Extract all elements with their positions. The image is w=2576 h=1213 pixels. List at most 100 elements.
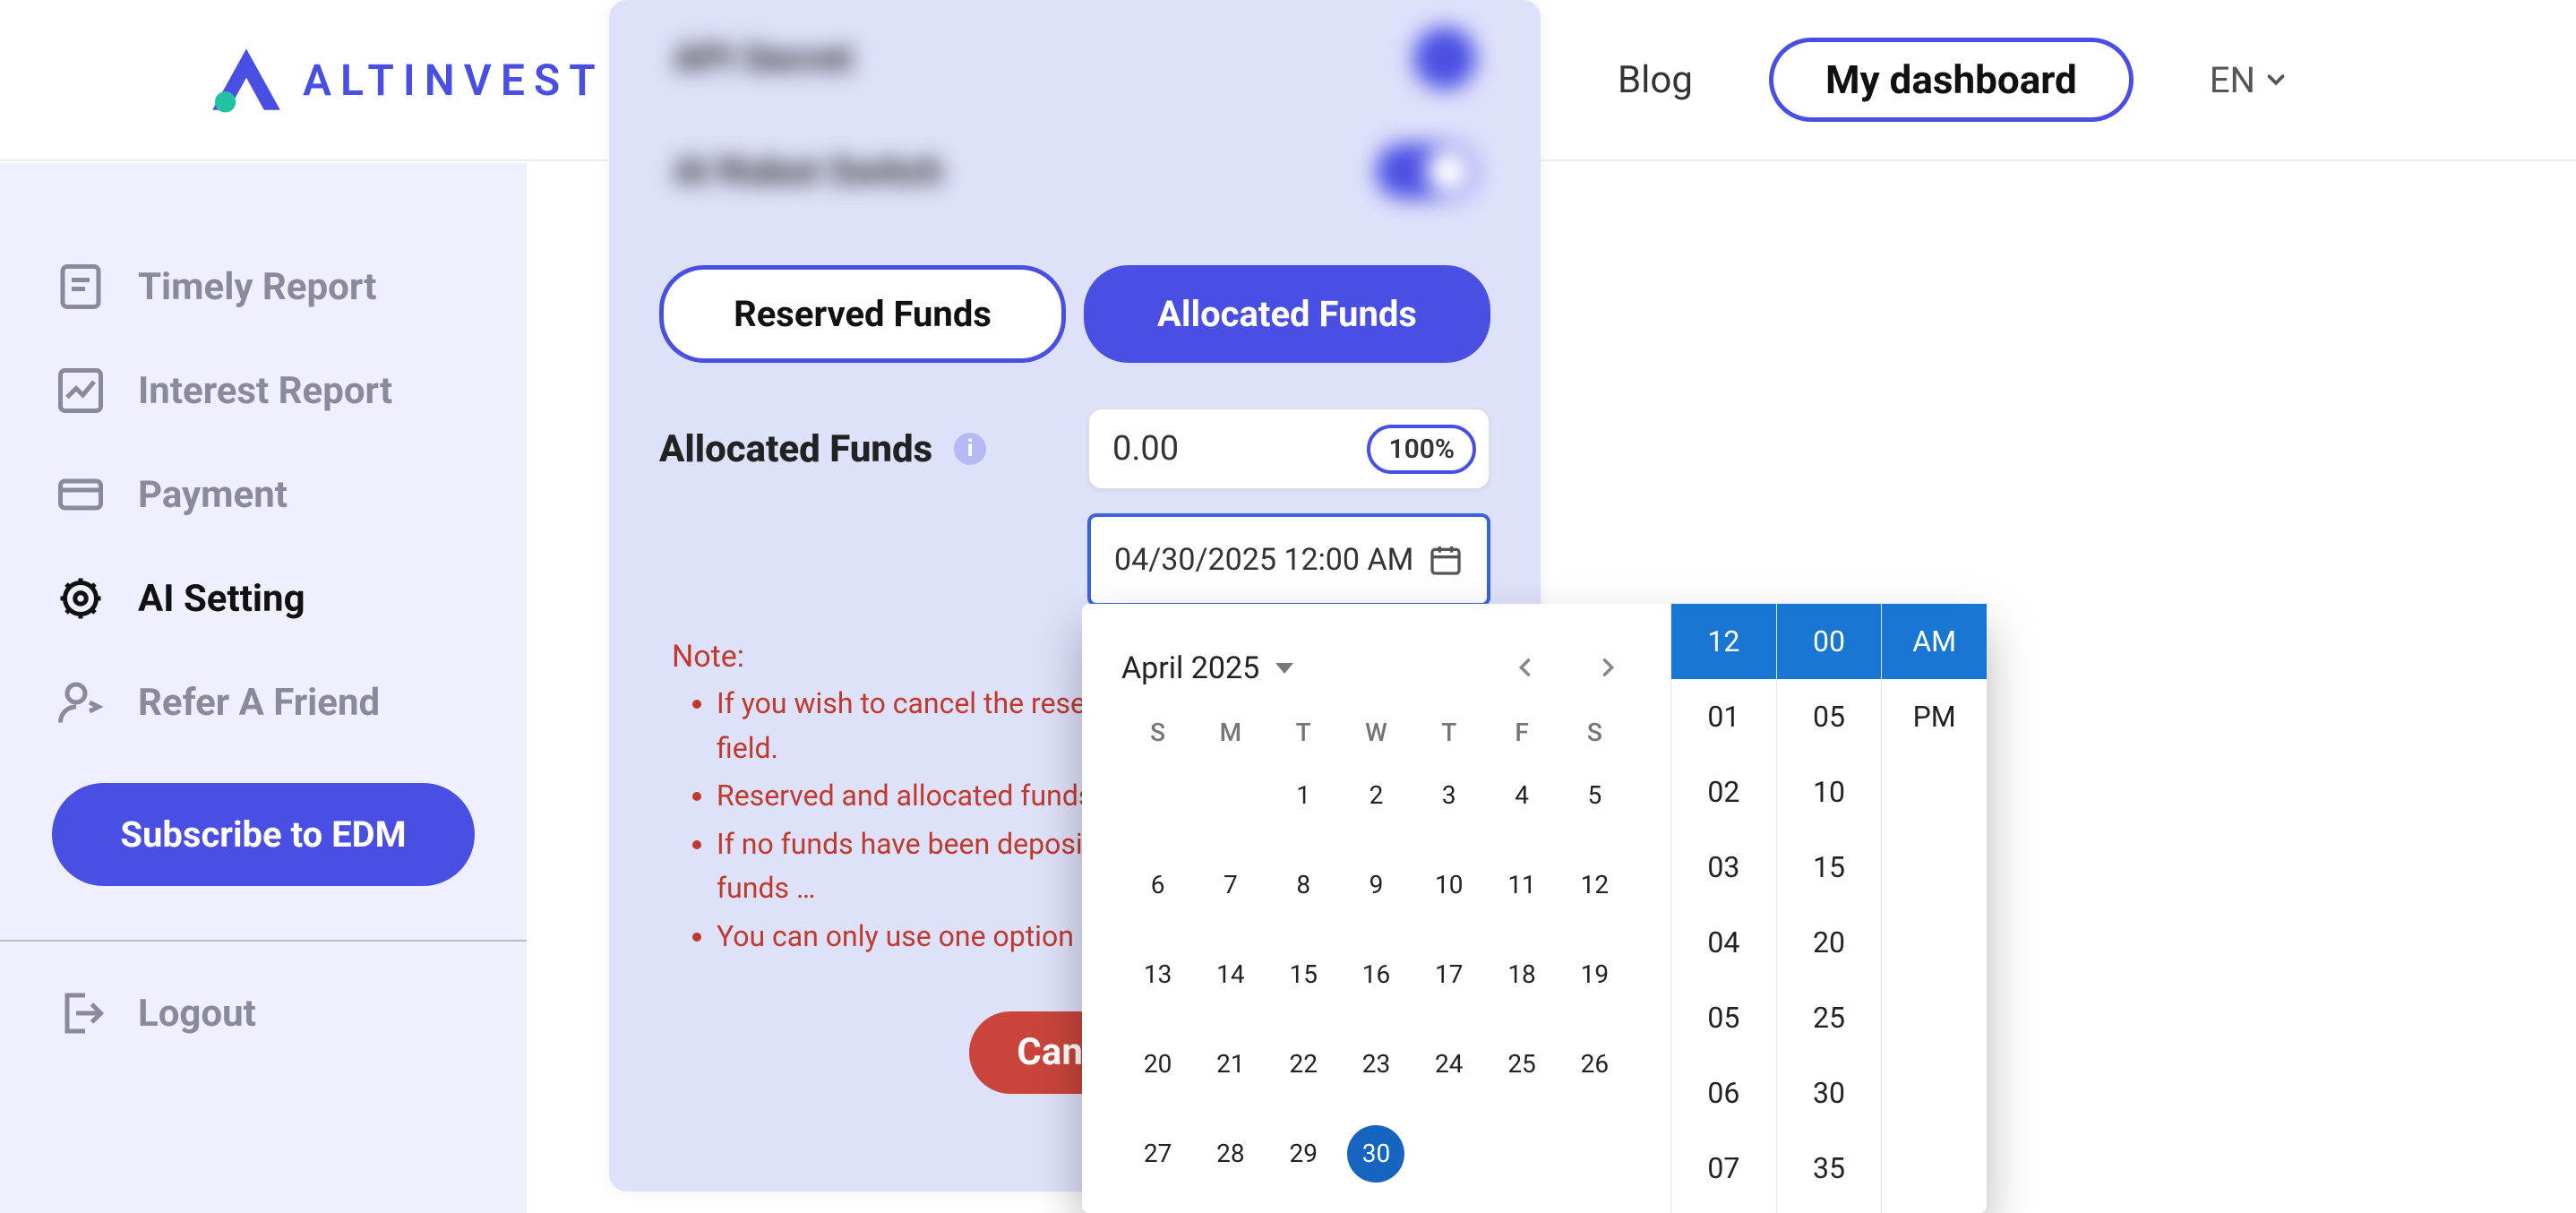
sidebar-item-label: Interest Report bbox=[138, 369, 392, 413]
calendar-day[interactable]: 23 bbox=[1347, 1036, 1404, 1093]
hours-option[interactable]: 01 bbox=[1671, 679, 1776, 754]
calendar-day[interactable]: 28 bbox=[1202, 1125, 1259, 1183]
month-select[interactable]: April 2025 bbox=[1121, 650, 1293, 686]
sidebar-item-timely-report[interactable]: Timely Report bbox=[0, 235, 527, 339]
mins-option[interactable]: 00 bbox=[1777, 604, 1882, 679]
calendar-icon[interactable] bbox=[1428, 542, 1464, 578]
dropdown-triangle-icon bbox=[1275, 663, 1293, 674]
hours-option[interactable]: 03 bbox=[1671, 830, 1776, 905]
calendar-day[interactable]: 16 bbox=[1347, 946, 1404, 1003]
month-nav bbox=[1502, 641, 1631, 694]
logo[interactable]: ALTINVEST bbox=[206, 44, 605, 116]
document-icon bbox=[54, 260, 107, 314]
calendar-day bbox=[1566, 1125, 1623, 1183]
prev-month-button[interactable] bbox=[1502, 641, 1549, 694]
mins-option[interactable]: 10 bbox=[1777, 754, 1882, 830]
language-select[interactable]: EN bbox=[2210, 59, 2289, 101]
calendar-day bbox=[1202, 767, 1259, 824]
sidebar: Timely Report Interest Report Payment AI… bbox=[0, 163, 527, 1213]
ampm-option[interactable]: PM bbox=[1882, 679, 1987, 754]
mins-option[interactable]: 20 bbox=[1777, 905, 1882, 980]
allocated-funds-row: Allocated Funds i 0.00 100% bbox=[659, 408, 1490, 490]
sidebar-item-interest-report[interactable]: Interest Report bbox=[0, 339, 527, 443]
nav-blog[interactable]: Blog bbox=[1618, 58, 1693, 102]
calendar-day[interactable]: 19 bbox=[1566, 946, 1623, 1003]
calendar-day[interactable]: 17 bbox=[1421, 946, 1478, 1003]
mins-option[interactable]: 05 bbox=[1777, 679, 1882, 754]
calendar-header: April 2025 bbox=[1121, 641, 1631, 694]
tab-allocated-funds[interactable]: Allocated Funds bbox=[1084, 265, 1490, 363]
hours-column[interactable]: 1201020304050607 bbox=[1671, 604, 1776, 1213]
tab-reserved-funds[interactable]: Reserved Funds bbox=[659, 265, 1066, 363]
chevron-down-icon bbox=[2263, 66, 2289, 93]
my-dashboard-button[interactable]: My dashboard bbox=[1769, 38, 2134, 122]
info-dot-icon bbox=[1413, 27, 1476, 90]
calendar-day[interactable]: 4 bbox=[1493, 767, 1550, 824]
sidebar-item-ai-setting[interactable]: AI Setting bbox=[0, 546, 527, 650]
logo-mark-icon bbox=[206, 44, 287, 116]
datetime-picker: April 2025 S M T W T F S 123456789101112… bbox=[1082, 604, 1987, 1213]
calendar-day[interactable]: 11 bbox=[1493, 856, 1550, 914]
sidebar-item-label: Timely Report bbox=[138, 265, 376, 309]
calendar-day[interactable]: 24 bbox=[1421, 1036, 1478, 1093]
dow: M bbox=[1194, 718, 1267, 747]
calendar-day[interactable]: 18 bbox=[1493, 946, 1550, 1003]
calendar-day[interactable]: 13 bbox=[1129, 946, 1187, 1003]
calendar-day[interactable]: 7 bbox=[1202, 856, 1259, 914]
ampm-column[interactable]: AMPM bbox=[1881, 604, 1987, 1213]
hours-option[interactable]: 02 bbox=[1671, 754, 1776, 830]
calendar-day[interactable]: 21 bbox=[1202, 1036, 1259, 1093]
calendar-day[interactable]: 1 bbox=[1275, 767, 1332, 824]
next-month-button[interactable] bbox=[1584, 641, 1631, 694]
hours-option[interactable]: 12 bbox=[1671, 604, 1776, 679]
subscribe-edm-button[interactable]: Subscribe to EDM bbox=[52, 783, 475, 886]
dow: W bbox=[1340, 718, 1413, 747]
datetime-input[interactable]: 04/30/2025 12:00 AM bbox=[1087, 513, 1490, 606]
credit-card-icon bbox=[54, 468, 107, 521]
hours-option[interactable]: 07 bbox=[1671, 1131, 1776, 1206]
calendar-day[interactable]: 15 bbox=[1275, 946, 1332, 1003]
percent-chip[interactable]: 100% bbox=[1367, 425, 1476, 474]
ampm-option[interactable]: AM bbox=[1882, 604, 1987, 679]
mins-option[interactable]: 35 bbox=[1777, 1131, 1882, 1206]
mins-option[interactable]: 25 bbox=[1777, 980, 1882, 1055]
calendar-day[interactable]: 8 bbox=[1275, 856, 1332, 914]
ai-robot-switch-row-blurred: AI Robot Switch bbox=[609, 116, 1541, 226]
calendar-day[interactable]: 6 bbox=[1129, 856, 1187, 914]
calendar-day[interactable]: 5 bbox=[1566, 767, 1623, 824]
calendar-day[interactable]: 29 bbox=[1275, 1125, 1332, 1183]
calendar-day[interactable]: 2 bbox=[1347, 767, 1404, 824]
calendar-day[interactable]: 22 bbox=[1275, 1036, 1332, 1093]
calendar-day bbox=[1129, 767, 1187, 824]
calendar-day[interactable]: 30 bbox=[1347, 1125, 1404, 1183]
date-row: 04/30/2025 12:00 AM bbox=[659, 513, 1490, 606]
datetime-value: 04/30/2025 12:00 AM bbox=[1114, 542, 1428, 578]
calendar-day[interactable]: 9 bbox=[1347, 856, 1404, 914]
calendar-day[interactable]: 26 bbox=[1566, 1036, 1623, 1093]
mins-option[interactable]: 30 bbox=[1777, 1055, 1882, 1131]
calendar-day[interactable]: 27 bbox=[1129, 1125, 1187, 1183]
sidebar-item-label: Refer A Friend bbox=[138, 681, 380, 725]
hours-option[interactable]: 06 bbox=[1671, 1055, 1776, 1131]
time-pane: 1201020304050607 0005101520253035 AMPM bbox=[1671, 604, 1987, 1213]
calendar-day[interactable]: 25 bbox=[1493, 1036, 1550, 1093]
day-grid: 1234567891011121314151617181920212223242… bbox=[1121, 767, 1631, 1183]
hours-option[interactable]: 05 bbox=[1671, 980, 1776, 1055]
allocated-funds-value: 0.00 bbox=[1112, 429, 1367, 469]
allocated-funds-input[interactable]: 0.00 100% bbox=[1087, 408, 1490, 490]
minutes-column[interactable]: 0005101520253035 bbox=[1776, 604, 1882, 1213]
hours-option[interactable]: 04 bbox=[1671, 905, 1776, 980]
chart-up-icon bbox=[54, 364, 107, 417]
calendar-day[interactable]: 10 bbox=[1421, 856, 1478, 914]
brand-name: ALTINVEST bbox=[303, 55, 605, 106]
calendar-day[interactable]: 12 bbox=[1566, 856, 1623, 914]
sidebar-item-refer-friend[interactable]: Refer A Friend bbox=[0, 650, 527, 754]
sidebar-item-logout[interactable]: Logout bbox=[0, 942, 527, 1085]
calendar-day[interactable]: 14 bbox=[1202, 946, 1259, 1003]
info-icon[interactable]: i bbox=[954, 433, 986, 465]
calendar-day[interactable]: 3 bbox=[1421, 767, 1478, 824]
calendar-day[interactable]: 20 bbox=[1129, 1036, 1187, 1093]
sidebar-item-payment[interactable]: Payment bbox=[0, 443, 527, 546]
mins-option[interactable]: 15 bbox=[1777, 830, 1882, 905]
toggle-switch[interactable] bbox=[1376, 143, 1476, 199]
